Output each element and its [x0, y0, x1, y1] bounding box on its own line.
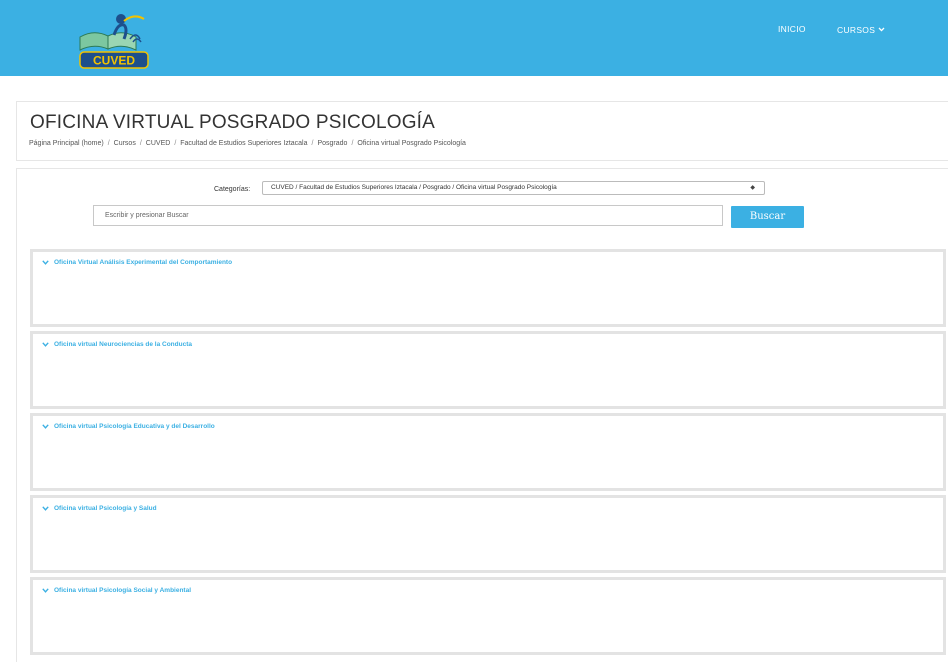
category-block: Oficina virtual Psicología y Salud [30, 495, 946, 573]
cuved-logo[interactable]: CUVED [74, 9, 160, 71]
category-block: Oficina virtual Psicología Social y Ambi… [30, 577, 946, 655]
category-block: Oficina Virtual Análisis Experimental de… [30, 249, 946, 327]
category-name: Oficina virtual Neurociencias de la Cond… [54, 341, 192, 348]
breadcrumb-facultad[interactable]: Facultad de Estudios Superiores Iztacala [180, 140, 307, 147]
category-toggle[interactable]: Oficina virtual Neurociencias de la Cond… [42, 341, 192, 348]
page-title: OFICINA VIRTUAL POSGRADO PSICOLOGÍA [30, 112, 436, 133]
breadcrumb-separator: / [311, 140, 314, 147]
top-navbar: CUVED INICIO CURSOS [0, 0, 948, 76]
category-block: Oficina virtual Psicología Educativa y d… [30, 413, 946, 491]
category-block: Oficina virtual Neurociencias de la Cond… [30, 331, 946, 409]
category-name: Oficina virtual Psicología y Salud [54, 505, 157, 512]
breadcrumb-cursos[interactable]: Cursos [114, 140, 136, 147]
breadcrumb-posgrado[interactable]: Posgrado [317, 140, 347, 147]
breadcrumb-separator: / [139, 140, 142, 147]
chevron-down-icon [42, 342, 49, 347]
breadcrumb-cuved[interactable]: CUVED [146, 140, 171, 147]
course-search-input[interactable]: Escribir y presionar Buscar [93, 205, 723, 226]
category-toggle[interactable]: Oficina Virtual Análisis Experimental de… [42, 259, 232, 266]
nav-cursos-label: CURSOS [837, 25, 876, 35]
logo-text: CUVED [93, 54, 135, 68]
breadcrumb-separator: / [107, 140, 110, 147]
nav-inicio-link[interactable]: INICIO [778, 24, 806, 34]
search-button[interactable]: Buscar [731, 206, 804, 228]
page-header: OFICINA VIRTUAL POSGRADO PSICOLOGÍA Pági… [16, 101, 948, 161]
select-updown-icon: ◆ [750, 185, 755, 191]
chevron-down-icon [42, 588, 49, 593]
category-label: Categorías: [214, 186, 251, 193]
category-select[interactable]: CUVED / Facultad de Estudios Superiores … [262, 181, 765, 195]
breadcrumb-separator: / [351, 140, 354, 147]
chevron-down-icon [42, 424, 49, 429]
nav-cursos-dropdown[interactable]: CURSOS [837, 24, 885, 35]
category-name: Oficina Virtual Análisis Experimental de… [54, 259, 233, 266]
search-placeholder: Escribir y presionar Buscar [105, 212, 189, 219]
category-name: Oficina virtual Psicología Educativa y d… [54, 423, 215, 430]
breadcrumb-current[interactable]: Oficina virtual Posgrado Psicología [357, 140, 466, 147]
category-name: Oficina virtual Psicología Social y Ambi… [54, 587, 192, 594]
category-toggle[interactable]: Oficina virtual Psicología Social y Ambi… [42, 587, 191, 594]
category-toggle[interactable]: Oficina virtual Psicología y Salud [42, 505, 157, 512]
breadcrumb-home[interactable]: Página Principal (home) [29, 140, 104, 147]
category-select-value: CUVED / Facultad de Estudios Superiores … [271, 184, 557, 191]
chevron-down-icon [42, 506, 49, 511]
chevron-down-icon [878, 24, 885, 34]
breadcrumb: Página Principal (home) / Cursos / CUVED / Fac… [29, 140, 466, 147]
chevron-down-icon [42, 260, 49, 265]
breadcrumb-separator: / [174, 140, 177, 147]
category-toggle[interactable]: Oficina virtual Psicología Educativa y d… [42, 423, 215, 430]
